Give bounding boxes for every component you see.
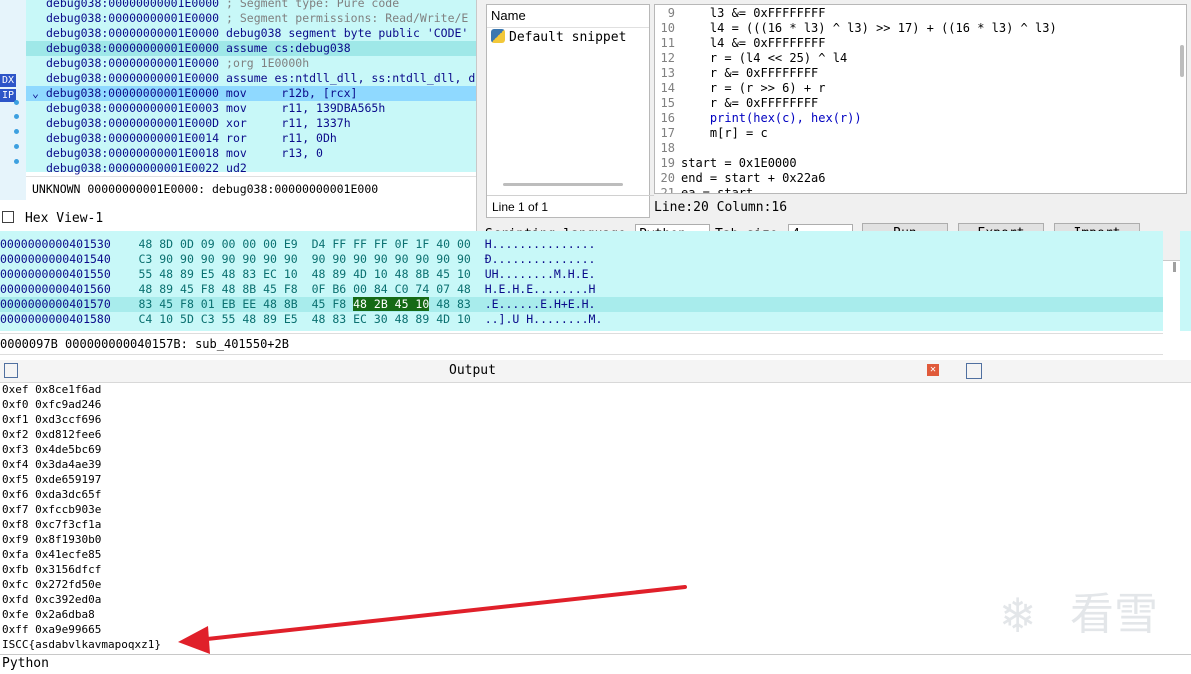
output-line: 0xf1 0xd3ccf696 bbox=[2, 413, 102, 426]
snowflake-icon: ❄ bbox=[1002, 585, 1034, 645]
hex-row[interactable]: 0000000000401540 C3 90 90 90 90 90 90 90… bbox=[0, 252, 595, 267]
output-line: 0xef 0x8ce1f6ad bbox=[2, 383, 102, 396]
output-line: 0xf3 0x4de5bc69 bbox=[2, 443, 102, 456]
disasm-gutter: DX IP bbox=[0, 0, 26, 200]
breakpoint-dot[interactable] bbox=[14, 100, 19, 105]
annotation-arrow bbox=[178, 585, 687, 654]
disasm-line[interactable]: debug038:00000000001E0018 mov r13, 0 bbox=[46, 146, 323, 161]
output-line: 0xfb 0x3156dfcf bbox=[2, 563, 102, 576]
disasm-line[interactable]: debug038:00000000001E0000 debug038 segme… bbox=[46, 26, 468, 41]
output-line: 0xf4 0x3da4ae39 bbox=[2, 458, 102, 471]
output-header: Output ✕ bbox=[0, 360, 1191, 383]
disasm-line[interactable]: debug038:00000000001E0000 ; Segment perm… bbox=[46, 11, 468, 26]
snippet-list[interactable]: Name Default snippet Line 1 of 1 bbox=[486, 4, 654, 218]
output-line: 0xf6 0xda3dc65f bbox=[2, 488, 102, 501]
command-line-bar[interactable]: Python bbox=[0, 654, 1191, 674]
hex-view-panel[interactable]: 0000000000401530 48 8D 0D 09 00 00 00 E9… bbox=[0, 231, 1163, 331]
vertical-scrollbar[interactable] bbox=[1180, 45, 1184, 77]
output-window-icon bbox=[4, 363, 18, 378]
breakpoint-dot[interactable] bbox=[14, 144, 19, 149]
input-mode-label[interactable]: Python bbox=[2, 656, 49, 671]
code-line[interactable]: 14 r = (r >> 6) + r bbox=[655, 81, 826, 96]
output-line: 0xf5 0xde659197 bbox=[2, 473, 102, 486]
hex-row[interactable]: 0000000000401530 48 8D 0D 09 00 00 00 E9… bbox=[0, 237, 595, 252]
cursor-position: Line:20 Column:16 bbox=[654, 200, 788, 215]
output-line: 0xf7 0xfccb903e bbox=[2, 503, 102, 516]
disasm-line[interactable]: debug038:00000000001E000D xor r11, 1337h bbox=[46, 116, 351, 131]
script-editor[interactable]: 9 l3 &= 0xFFFFFFFF 10 l4 = (((16 * l3) ^… bbox=[654, 4, 1187, 194]
output-line: 0xf0 0xfc9ad246 bbox=[2, 398, 102, 411]
python-icon bbox=[491, 29, 505, 43]
disasm-line[interactable]: debug038:00000000001E0000 ;org 1E0000h bbox=[46, 56, 309, 71]
hex-row[interactable]: 0000000000401550 55 48 89 E5 48 83 EC 10… bbox=[0, 267, 595, 282]
disasm-line-current[interactable]: ⌄ debug038:00000000001E0000 mov r12b, [r… bbox=[26, 86, 476, 101]
snippet-count: Line 1 of 1 bbox=[487, 195, 654, 218]
code-line[interactable]: 12 r = (l4 << 25) ^ l4 bbox=[655, 51, 848, 66]
output-line: 0xf9 0x8f1930b0 bbox=[2, 533, 102, 546]
hex-row-current[interactable]: 0000000000401570 83 45 F8 01 EB EE 48 8B… bbox=[0, 297, 1163, 312]
disasm-line-highlighted[interactable]: debug038:00000000001E0000 assume cs:debu… bbox=[26, 41, 476, 56]
code-line[interactable]: 11 l4 &= 0xFFFFFFFF bbox=[655, 36, 826, 51]
watermark-text: 看雪 bbox=[1070, 590, 1158, 639]
disasm-line[interactable]: debug038:00000000001E0022 ud2 bbox=[46, 161, 247, 176]
watermark-logo: ❄ 看雪 bbox=[1002, 583, 1182, 647]
code-line[interactable]: 19 start = 0x1E0000 bbox=[655, 156, 797, 171]
output-line: 0xff 0xa9e99665 bbox=[2, 623, 102, 636]
disassembly-view[interactable]: DX IP debug038:00000000001E0000 ; Segmen… bbox=[0, 0, 476, 200]
disasm-line[interactable]: debug038:00000000001E0000 assume es:ntdl… bbox=[46, 71, 475, 86]
breakpoint-dot[interactable] bbox=[14, 114, 19, 119]
output-title: Output bbox=[449, 363, 496, 378]
code-line[interactable]: 17 m[r] = c bbox=[655, 126, 768, 141]
code-line[interactable]: 10 l4 = (((16 * l3) ^ l3) >> 17) + ((16 … bbox=[655, 21, 1057, 36]
expand-chevron-icon[interactable]: ⌄ bbox=[32, 86, 39, 100]
output-line: 0xf8 0xc7f3cf1a bbox=[2, 518, 102, 531]
output-line: 0xfc 0x272fd50e bbox=[2, 578, 102, 591]
hex-row[interactable]: 0000000000401560 48 89 45 F8 48 8B 45 F8… bbox=[0, 282, 595, 297]
output-line: 0xfd 0xc392ed0a bbox=[2, 593, 102, 606]
snippet-item[interactable]: Default snippet bbox=[487, 28, 649, 48]
side-panel-edge bbox=[1180, 231, 1191, 331]
disasm-line[interactable]: debug038:00000000001E0014 ror r11, 0Dh bbox=[46, 131, 337, 146]
code-line[interactable]: 20 end = start + 0x22a6 bbox=[655, 171, 826, 186]
hex-vertical-scrollbar[interactable] bbox=[1173, 262, 1176, 272]
output-tab-icon[interactable] bbox=[966, 363, 982, 379]
hex-status-bar: 0000097B 000000000040157B: sub_401550+2B bbox=[0, 333, 1163, 355]
output-line: 0xf2 0xd812fee6 bbox=[2, 428, 102, 441]
disasm-status-bar: UNKNOWN 00000000001E0000: debug038:00000… bbox=[26, 176, 476, 200]
disasm-line[interactable]: debug038:00000000001E0003 mov r11, 139DB… bbox=[46, 101, 385, 116]
code-line[interactable]: 15 r &= 0xFFFFFFFF bbox=[655, 96, 819, 111]
code-line[interactable]: 13 r &= 0xFFFFFFFF bbox=[655, 66, 819, 81]
hex-view-tab[interactable]: Hex View-1 bbox=[0, 207, 476, 229]
register-label-dx: DX bbox=[0, 74, 16, 87]
horizontal-scrollbar[interactable] bbox=[503, 183, 623, 186]
code-line[interactable]: 16 print(hex(c), hex(r)) bbox=[655, 111, 862, 126]
code-line[interactable]: 18 bbox=[655, 141, 681, 156]
output-line: 0xfe 0x2a6dba8 bbox=[2, 608, 95, 621]
hex-selection: 48 2B 45 10 bbox=[353, 297, 430, 311]
breakpoint-dot[interactable] bbox=[14, 129, 19, 134]
close-icon[interactable]: ✕ bbox=[927, 364, 939, 376]
disasm-lines[interactable]: debug038:00000000001E0000 ; Segment type… bbox=[26, 0, 476, 175]
hex-row[interactable]: 0000000000401580 C4 10 5D C3 55 48 89 E5… bbox=[0, 312, 602, 327]
breakpoint-dot[interactable] bbox=[14, 159, 19, 164]
snippet-list-header[interactable]: Name bbox=[487, 5, 649, 28]
hex-view-title: Hex View-1 bbox=[24, 211, 104, 226]
code-line[interactable]: 21 ea = start bbox=[655, 186, 754, 193]
script-command-dialog[interactable]: Name Default snippet Line 1 of 1 9 l3 &=… bbox=[476, 0, 1191, 261]
disasm-line[interactable]: debug038:00000000001E0000 ; Segment type… bbox=[46, 0, 399, 11]
code-line[interactable]: 9 l3 &= 0xFFFFFFFF bbox=[655, 6, 826, 21]
hex-view-icon bbox=[2, 211, 14, 223]
flag-output-line: ISCC{asdabvlkavmapoqxz1} bbox=[2, 638, 161, 651]
output-line: 0xfa 0x41ecfe85 bbox=[2, 548, 102, 561]
